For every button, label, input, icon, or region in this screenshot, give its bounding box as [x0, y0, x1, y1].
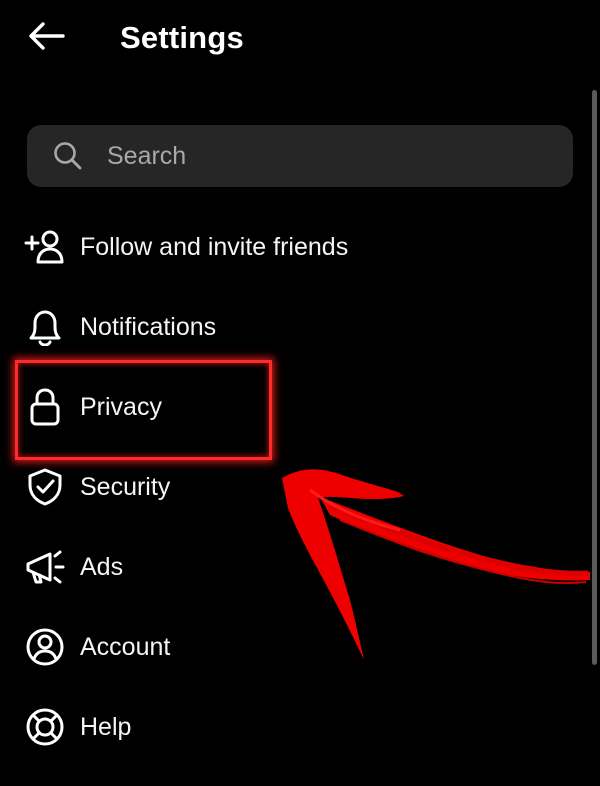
menu-label-account: Account [80, 633, 171, 661]
menu-item-account[interactable]: Account [0, 607, 580, 687]
lifebuoy-icon [24, 707, 66, 747]
menu-item-notifications[interactable]: Notifications [0, 287, 580, 367]
header: Settings [0, 0, 600, 80]
menu-label-help: Help [80, 713, 132, 741]
menu-item-ads[interactable]: Ads [0, 527, 580, 607]
menu-item-privacy[interactable]: Privacy [0, 367, 580, 447]
shield-check-icon [24, 467, 66, 507]
menu-label-notifications: Notifications [80, 313, 217, 341]
add-person-icon [24, 227, 66, 267]
menu-label-privacy: Privacy [80, 393, 162, 421]
megaphone-icon [24, 547, 66, 587]
menu-item-help[interactable]: Help [0, 687, 580, 767]
user-circle-icon [24, 627, 66, 667]
search-input[interactable]: Search [27, 125, 573, 187]
scrollbar[interactable] [592, 90, 597, 665]
menu-item-security[interactable]: Security [0, 447, 580, 527]
lock-icon [24, 387, 66, 427]
bell-icon [24, 307, 66, 347]
menu-label-security: Security [80, 473, 171, 501]
search-icon [53, 141, 83, 171]
menu-label-ads: Ads [80, 553, 124, 581]
menu-item-follow-invite[interactable]: Follow and invite friends [0, 207, 580, 287]
back-button[interactable] [22, 18, 70, 58]
menu-label-follow-invite: Follow and invite friends [80, 233, 349, 261]
search-placeholder: Search [107, 142, 187, 170]
arrow-left-icon [26, 20, 66, 57]
page-title: Settings [120, 20, 244, 55]
